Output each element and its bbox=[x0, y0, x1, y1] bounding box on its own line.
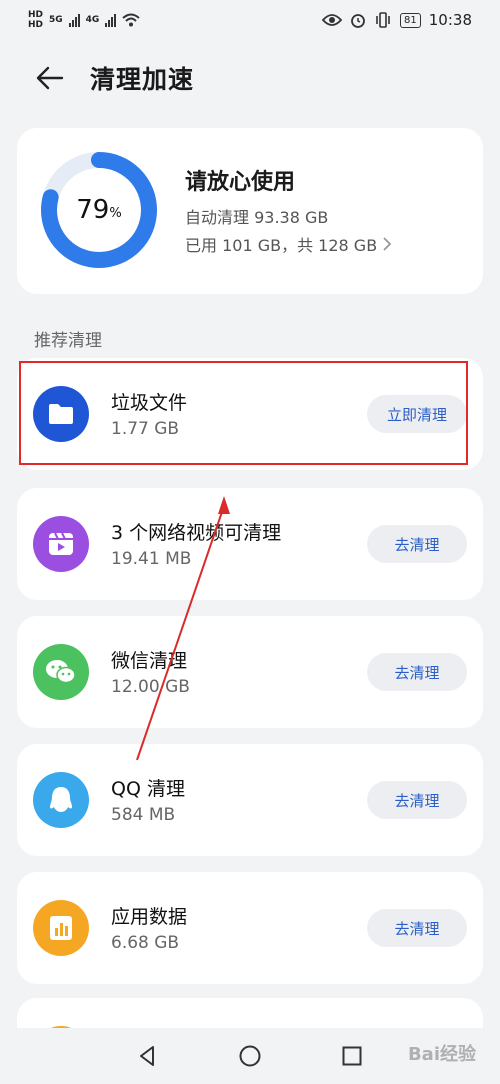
folder-icon bbox=[33, 386, 89, 442]
section-label: 推荐清理 bbox=[34, 331, 102, 351]
storage-percent-value: 79 bbox=[76, 195, 110, 225]
qq-icon bbox=[33, 772, 89, 828]
wifi-icon bbox=[122, 13, 140, 27]
auto-clean-text: 自动清理 93.38 GB bbox=[185, 208, 329, 227]
storage-percent-label: 79% bbox=[39, 150, 159, 270]
watermark-logo: Bai经验 bbox=[407, 1044, 476, 1065]
list-item-app-data[interactable]: 应用数据 6.68 GB 去清理 bbox=[17, 872, 483, 984]
alarm-icon bbox=[351, 14, 365, 28]
storage-percent-unit: % bbox=[109, 205, 122, 221]
hd2-label: HD bbox=[28, 20, 44, 30]
signal-icon bbox=[68, 13, 80, 27]
network-4g-label: 4G bbox=[85, 15, 100, 25]
list-item-junk-files[interactable]: 垃圾文件 1.77 GB 立即清理 bbox=[17, 358, 483, 470]
clock-time: 10:38 bbox=[428, 11, 472, 29]
list-item-qq[interactable]: QQ 清理 584 MB 去清理 bbox=[17, 744, 483, 856]
eye-icon bbox=[322, 14, 343, 26]
nav-home-icon[interactable] bbox=[238, 1044, 262, 1068]
nav-recents-icon[interactable] bbox=[340, 1044, 364, 1068]
hd1-label: HD bbox=[28, 10, 44, 20]
go-clean-button[interactable]: 去清理 bbox=[367, 781, 467, 819]
item-size: 1.77 GB bbox=[111, 419, 180, 439]
item-size: 12.00 GB bbox=[111, 677, 190, 697]
network-5g-label: 5G bbox=[49, 15, 63, 25]
wechat-icon bbox=[33, 644, 89, 700]
chevron-right-icon bbox=[383, 237, 392, 251]
video-icon bbox=[33, 516, 89, 572]
item-name: QQ 清理 bbox=[111, 778, 185, 800]
list-item-wechat[interactable]: 微信清理 12.00 GB 去清理 bbox=[17, 616, 483, 728]
item-size: 584 MB bbox=[111, 805, 176, 825]
battery-indicator: 81 bbox=[400, 12, 421, 28]
storage-summary-card[interactable]: 79% 请放心使用 自动清理 93.38 GB 已用 101 GB，共 128 … bbox=[17, 128, 483, 294]
nav-back-icon[interactable] bbox=[136, 1044, 160, 1068]
back-arrow-icon[interactable] bbox=[34, 62, 66, 94]
vibrate-icon bbox=[376, 12, 390, 28]
storage-usage-link[interactable]: 已用 101 GB，共 128 GB bbox=[185, 232, 393, 256]
list-item-web-videos[interactable]: 3 个网络视频可清理 19.41 MB 去清理 bbox=[17, 488, 483, 600]
status-bar: HD HD 5G 4G 81 10:38 bbox=[0, 0, 500, 40]
title-bar: 清理加速 bbox=[0, 52, 500, 104]
signal-icon-2 bbox=[105, 13, 117, 27]
item-name: 垃圾文件 bbox=[111, 392, 188, 414]
item-name: 微信清理 bbox=[111, 650, 188, 672]
app-data-icon bbox=[33, 900, 89, 956]
status-left: HD HD 5G 4G bbox=[28, 10, 140, 30]
item-size: 6.68 GB bbox=[111, 933, 180, 953]
page-title: 清理加速 bbox=[90, 65, 195, 94]
status-right: 81 10:38 bbox=[322, 11, 472, 29]
item-name: 应用数据 bbox=[111, 906, 188, 928]
item-name: 3 个网络视频可清理 bbox=[111, 522, 282, 544]
storage-heading: 请放心使用 bbox=[185, 170, 296, 195]
storage-usage-text: 已用 101 GB，共 128 GB bbox=[185, 236, 378, 255]
item-size: 19.41 MB bbox=[111, 549, 192, 569]
go-clean-button[interactable]: 去清理 bbox=[367, 909, 467, 947]
go-clean-button[interactable]: 去清理 bbox=[367, 653, 467, 691]
go-clean-button[interactable]: 去清理 bbox=[367, 525, 467, 563]
hd-indicator: HD HD bbox=[28, 10, 43, 30]
clean-now-button[interactable]: 立即清理 bbox=[367, 395, 467, 433]
